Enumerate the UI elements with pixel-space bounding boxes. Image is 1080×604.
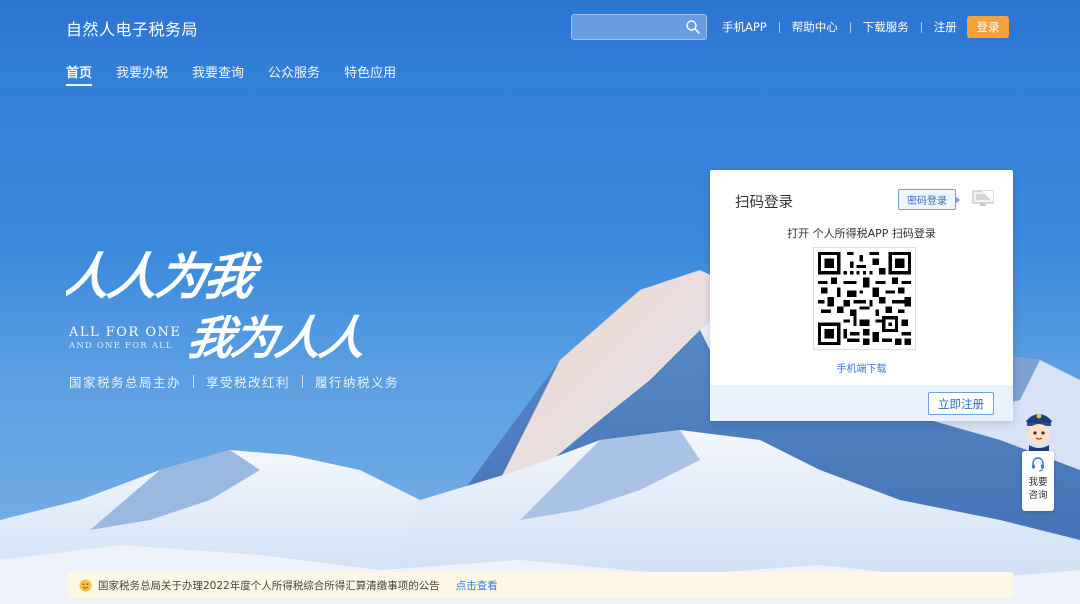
qr-code-image bbox=[818, 252, 911, 345]
calligraphy-line1: 人人为我 bbox=[66, 247, 266, 306]
search-box[interactable] bbox=[571, 14, 707, 40]
notice-text: 国家税务总局关于办理2022年度个人所得税综合所得汇算清缴事项的公告 bbox=[98, 579, 440, 592]
tab-query[interactable]: 我要查询 bbox=[192, 62, 244, 86]
search-input[interactable] bbox=[578, 18, 678, 36]
link-download-service[interactable]: 下载服务 bbox=[863, 19, 909, 35]
consult-label-line2: 咨询 bbox=[1028, 490, 1048, 501]
top-links: 手机APP 帮助中心 下载服务 注册 bbox=[722, 19, 957, 35]
slogan-chinese: 国家税务总局主办 享受税改红利 履行纳税义务 bbox=[69, 372, 399, 391]
consult-button[interactable]: 我要 咨询 bbox=[1022, 451, 1054, 511]
slogan-item: 国家税务总局主办 bbox=[69, 375, 182, 390]
divider bbox=[193, 375, 195, 388]
notice-bar: 国家税务总局关于办理2022年度个人所得税综合所得汇算清缴事项的公告 点击查看 bbox=[68, 572, 1013, 598]
consult-label-line1: 我要 bbox=[1028, 477, 1048, 488]
divider bbox=[302, 375, 304, 388]
site-title[interactable]: 自然人电子税务局 bbox=[66, 16, 198, 40]
scan-hint: 打开 个人所得税APP 扫码登录 bbox=[787, 227, 936, 240]
mobile-download-link[interactable]: 手机端下载 bbox=[710, 360, 1013, 375]
search-icon[interactable] bbox=[685, 19, 701, 35]
link-register[interactable]: 注册 bbox=[934, 19, 957, 35]
link-mobile-app[interactable]: 手机APP bbox=[722, 19, 767, 35]
tab-featured-apps[interactable]: 特色应用 bbox=[344, 62, 396, 86]
register-now-button[interactable]: 立即注册 bbox=[928, 392, 994, 415]
tax-officer-avatar-icon[interactable] bbox=[1020, 405, 1058, 451]
headset-icon bbox=[1032, 457, 1044, 472]
tab-tax-handling[interactable]: 我要办税 bbox=[116, 62, 168, 86]
login-button[interactable]: 登录 bbox=[967, 16, 1009, 38]
computer-icon[interactable] bbox=[972, 190, 994, 208]
divider bbox=[920, 21, 922, 33]
site-header: 自然人电子税务局 手机APP 帮助中心 下载服务 注册 登录 首页 我要办税 我… bbox=[0, 0, 1080, 88]
password-login-button[interactable]: 密码登录 bbox=[898, 189, 960, 210]
calligraphy-line2: 我为人人 bbox=[183, 310, 371, 365]
login-card: 扫码登录 密码登录 打开 个人所得税APP 扫码登录 手机端下载 立即注册 bbox=[710, 170, 1013, 421]
card-title: 扫码登录 bbox=[735, 195, 793, 211]
slogan-item: 享受税改红利 bbox=[206, 375, 291, 390]
notice-view-link[interactable]: 点击查看 bbox=[456, 578, 498, 593]
link-help-center[interactable]: 帮助中心 bbox=[792, 19, 838, 35]
slogan-english-2: AND ONE FOR ALL bbox=[69, 341, 173, 351]
card-footer: 立即注册 bbox=[710, 385, 1013, 421]
consult-label: 我要 咨询 bbox=[1022, 476, 1054, 502]
divider bbox=[778, 21, 780, 33]
qr-code bbox=[813, 247, 916, 350]
slogan-english-1: ALL FOR ONE bbox=[69, 325, 182, 340]
tab-public-service[interactable]: 公众服务 bbox=[268, 62, 320, 86]
main-nav: 首页 我要办税 我要查询 公众服务 特色应用 bbox=[66, 62, 420, 86]
smile-icon bbox=[79, 579, 92, 591]
divider bbox=[849, 21, 851, 33]
slogan-item: 履行纳税义务 bbox=[315, 375, 400, 390]
tab-home[interactable]: 首页 bbox=[66, 62, 93, 86]
